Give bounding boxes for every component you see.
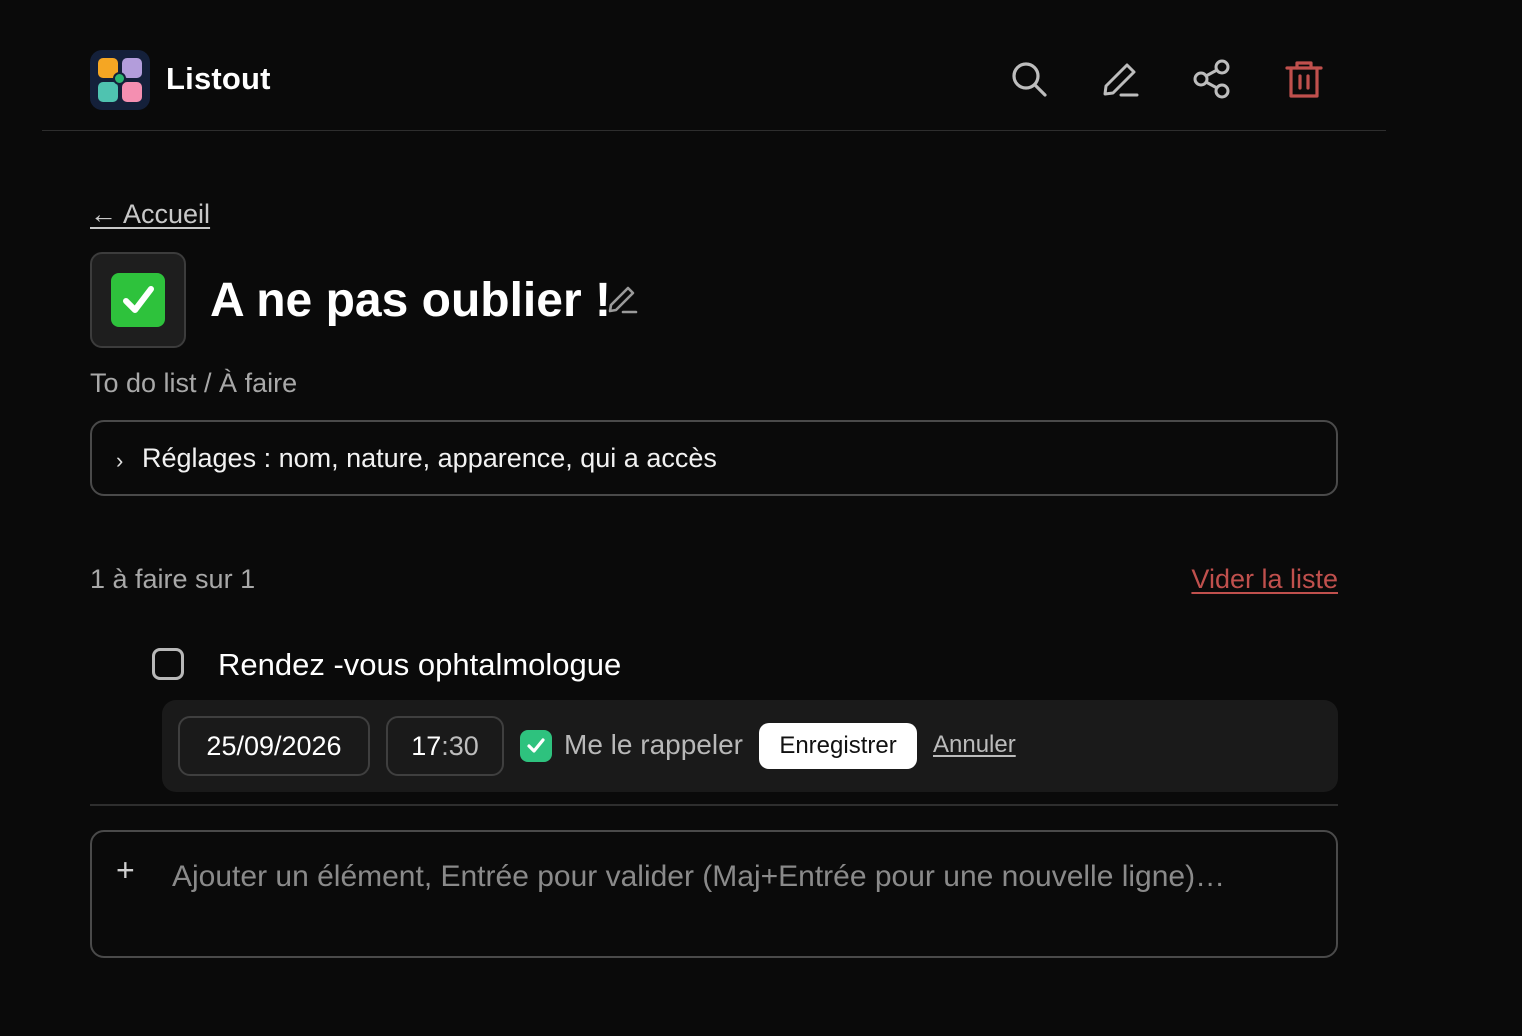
item-checkbox[interactable] bbox=[152, 648, 184, 680]
edit-button[interactable] bbox=[1097, 56, 1143, 102]
search-button[interactable] bbox=[1006, 56, 1052, 102]
search-icon bbox=[1012, 62, 1047, 97]
list-subtitle: To do list / À faire bbox=[90, 368, 298, 398]
add-item-input[interactable]: + Ajouter un élément, Entrée pour valide… bbox=[90, 830, 1338, 958]
reminder-date-input[interactable]: 25/09/2026 bbox=[178, 716, 370, 776]
divider bbox=[90, 804, 1338, 806]
settings-label: Réglages : nom, nature, apparence, qui a… bbox=[142, 443, 717, 473]
items-count: 1 à faire sur 1 bbox=[90, 564, 256, 594]
check-icon bbox=[527, 738, 545, 753]
save-reminder-button[interactable]: Enregistrer bbox=[759, 723, 917, 769]
list-emoji-button[interactable] bbox=[90, 252, 186, 348]
check-mark-emoji-icon bbox=[111, 273, 165, 327]
back-home-link[interactable]: ← Accueil bbox=[90, 199, 210, 230]
app-name: Listout bbox=[166, 61, 271, 96]
logo-tile bbox=[122, 82, 142, 102]
pencil-icon bbox=[608, 286, 638, 314]
item-label[interactable]: Rendez -vous ophtalmologue bbox=[218, 647, 621, 683]
app-logo[interactable] bbox=[90, 50, 150, 110]
logo-tile bbox=[98, 82, 118, 102]
chevron-right-icon: › bbox=[116, 448, 124, 473]
clear-list-link[interactable]: Vider la liste bbox=[1191, 564, 1338, 595]
add-item-placeholder: Ajouter un élément, Entrée pour valider … bbox=[172, 860, 1226, 893]
logo-check-icon bbox=[113, 72, 126, 85]
reminder-time-input[interactable]: 17:30 bbox=[386, 716, 504, 776]
app-header: Listout bbox=[42, 30, 1386, 131]
reminder-time-hours: 17 bbox=[411, 730, 442, 761]
remind-me-label[interactable]: Me le rappeler bbox=[564, 729, 743, 761]
reminder-time-separator: : bbox=[441, 730, 449, 761]
pencil-icon bbox=[1103, 63, 1139, 97]
reminder-time-minutes: 30 bbox=[448, 730, 479, 761]
list-title: A ne pas oublier ! bbox=[210, 274, 611, 327]
settings-disclosure[interactable]: › Réglages : nom, nature, apparence, qui… bbox=[90, 420, 1338, 496]
remind-me-checkbox[interactable] bbox=[520, 730, 552, 762]
delete-list-button[interactable] bbox=[1281, 56, 1327, 102]
share-icon bbox=[1193, 59, 1230, 99]
reminder-date-value: 25/09/2026 bbox=[206, 730, 342, 761]
plus-icon: + bbox=[116, 852, 135, 888]
edit-title-button[interactable] bbox=[605, 282, 641, 318]
share-button[interactable] bbox=[1189, 56, 1235, 102]
cancel-reminder-link[interactable]: Annuler bbox=[933, 731, 1016, 759]
reminder-panel: 25/09/2026 17:30 Me le rappeler Enregist… bbox=[162, 700, 1338, 792]
trash-icon bbox=[1285, 61, 1323, 98]
